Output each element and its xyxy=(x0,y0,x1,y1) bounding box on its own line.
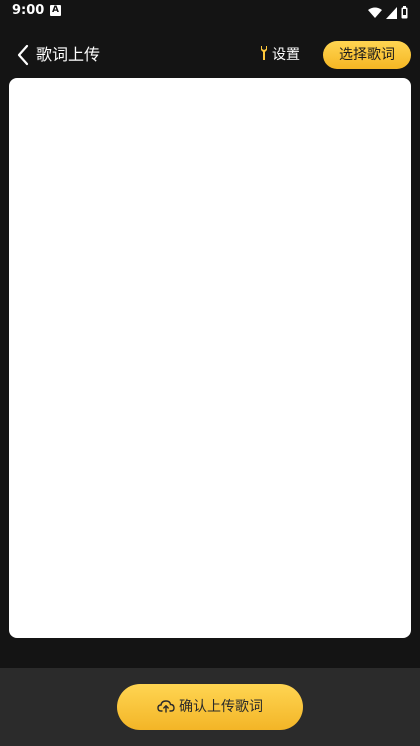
bottom-bar: 确认上传歌词 xyxy=(0,668,420,746)
confirm-upload-label: 确认上传歌词 xyxy=(179,699,263,715)
signal-icon xyxy=(386,4,397,23)
chevron-left-icon xyxy=(12,44,38,72)
cloud-upload-icon xyxy=(157,698,175,717)
notification-icon: A xyxy=(50,5,61,16)
back-button[interactable] xyxy=(12,42,38,68)
settings-label: 设置 xyxy=(272,47,300,63)
lyrics-card xyxy=(9,78,411,638)
select-lyrics-button[interactable]: 选择歌词 xyxy=(323,41,411,69)
status-time: 9:00 xyxy=(12,3,45,18)
wrench-icon xyxy=(260,45,268,65)
confirm-upload-button[interactable]: 确认上传歌词 xyxy=(117,684,303,730)
header: 歌词上传 设置 选择歌词 xyxy=(0,36,420,76)
wifi-icon xyxy=(368,4,382,23)
status-icons xyxy=(368,4,408,23)
status-bar: 9:00 A xyxy=(0,0,420,24)
settings-button[interactable]: 设置 xyxy=(260,44,300,66)
lyrics-upload-screen: 9:00 A 歌词上传 设置 选择歌词 确认上传歌词 xyxy=(0,0,420,746)
lyrics-text-area[interactable] xyxy=(9,78,411,638)
battery-icon xyxy=(401,4,408,23)
page-title: 歌词上传 xyxy=(36,45,101,64)
